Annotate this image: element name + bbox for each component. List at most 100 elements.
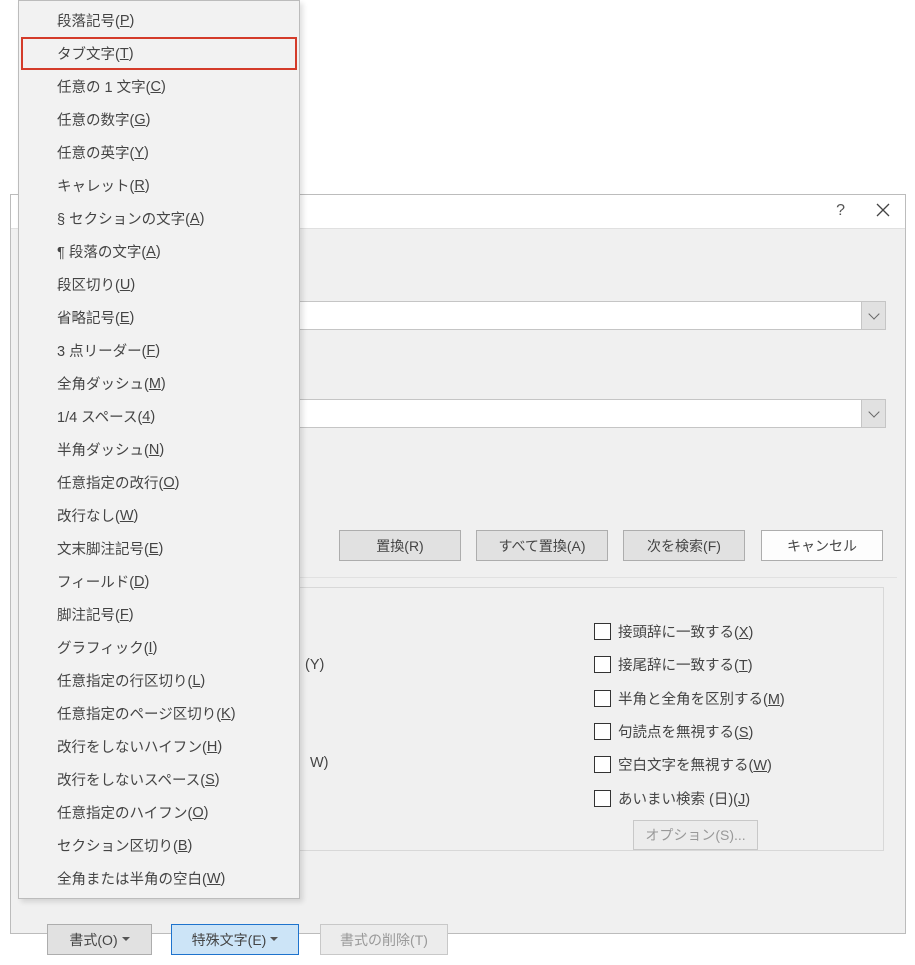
menu-item-accelerator: E — [149, 541, 159, 557]
menu-item-accelerator: T — [120, 46, 129, 62]
menu-item-tail: ) — [130, 310, 135, 326]
menu-item[interactable]: 改行をしないハイフン(H) — [21, 730, 297, 763]
option-match-width[interactable]: 半角と全角を区別する(M) — [594, 688, 785, 709]
menu-item-label: ¶ 段落の文字( — [57, 241, 146, 262]
checkbox[interactable] — [594, 790, 611, 807]
menu-item-label: 改行なし( — [57, 505, 120, 526]
menu-item[interactable]: セクション区切り(B) — [21, 829, 297, 862]
menu-item[interactable]: 3 点リーダー(F) — [21, 334, 297, 367]
menu-item-accelerator: W — [120, 508, 134, 524]
menu-item[interactable]: タブ文字(T) — [21, 37, 297, 70]
menu-item-tail: ) — [200, 211, 205, 227]
menu-item-tail: ) — [204, 805, 209, 821]
menu-item-label: 改行をしないハイフン( — [57, 736, 207, 757]
menu-item[interactable]: 段区切り(U) — [21, 268, 297, 301]
replace-with-dropdown[interactable] — [861, 400, 885, 427]
menu-item[interactable]: フィールド(D) — [21, 565, 297, 598]
special-button[interactable]: 特殊文字(E) — [171, 924, 299, 955]
find-next-button[interactable]: 次を検索(F) — [623, 530, 745, 561]
menu-item-tail: ) — [175, 475, 180, 491]
menu-item-label: 段区切り( — [57, 274, 120, 295]
menu-item[interactable]: キャレット(R) — [21, 169, 297, 202]
menu-item[interactable]: 半角ダッシュ(N) — [21, 433, 297, 466]
checkbox[interactable] — [594, 623, 611, 640]
menu-item-accelerator: O — [163, 475, 174, 491]
options-button: オプション(S)... — [633, 820, 758, 850]
format-button[interactable]: 書式(O) — [47, 924, 152, 955]
menu-item[interactable]: 任意の数字(G) — [21, 103, 297, 136]
option-ignore-whitespace[interactable]: 空白文字を無視する(W) — [594, 754, 772, 775]
menu-item-accelerator: W — [207, 871, 221, 887]
menu-item-accelerator: B — [178, 838, 188, 854]
menu-item-label: 任意指定の行区切り( — [57, 670, 192, 691]
chevron-down-icon — [868, 308, 879, 319]
menu-item[interactable]: 省略記号(E) — [21, 301, 297, 334]
menu-item[interactable]: 脚注記号(F) — [21, 598, 297, 631]
menu-item[interactable]: § セクションの文字(A) — [21, 202, 297, 235]
cancel-button[interactable]: キャンセル — [761, 530, 883, 561]
menu-item-label: 半角ダッシュ( — [57, 439, 149, 460]
chevron-down-icon — [270, 937, 278, 941]
option-match-suffix[interactable]: 接尾辞に一致する(T) — [594, 654, 753, 675]
menu-item-accelerator: F — [146, 343, 155, 359]
close-icon[interactable] — [876, 202, 890, 222]
replace-button[interactable]: 置換(R) — [339, 530, 461, 561]
menu-item-tail: ) — [129, 607, 134, 623]
menu-item[interactable]: 段落記号(P) — [21, 4, 297, 37]
menu-item[interactable]: 任意の英字(Y) — [21, 136, 297, 169]
menu-item[interactable]: ¶ 段落の文字(A) — [21, 235, 297, 268]
replace-all-button[interactable]: すべて置換(A) — [476, 530, 608, 561]
option-match-prefix[interactable]: 接頭辞に一致する(X) — [594, 621, 753, 642]
menu-item-label: 全角または半角の空白( — [57, 868, 207, 889]
option-label: 接尾辞に一致する(T) — [618, 654, 753, 675]
menu-item[interactable]: 文末脚注記号(E) — [21, 532, 297, 565]
menu-item-label: セクション区切り( — [57, 835, 178, 856]
option-label: 半角と全角を区別する(M) — [618, 688, 785, 709]
menu-item-tail: ) — [130, 13, 135, 29]
menu-item-accelerator: S — [205, 772, 215, 788]
menu-item-accelerator: C — [150, 79, 160, 95]
menu-item[interactable]: 任意指定のページ区切り(K) — [21, 697, 297, 730]
menu-item-accelerator: A — [190, 211, 200, 227]
menu-item[interactable]: 改行をしないスペース(S) — [21, 763, 297, 796]
menu-item-label: 任意の英字( — [57, 142, 134, 163]
menu-item-accelerator: A — [146, 244, 156, 260]
menu-item[interactable]: 全角または半角の空白(W) — [21, 862, 297, 895]
menu-item[interactable]: 任意指定の改行(O) — [21, 466, 297, 499]
menu-item-label: 省略記号( — [57, 307, 120, 328]
menu-item[interactable]: 任意の 1 文字(C) — [21, 70, 297, 103]
menu-item[interactable]: 任意指定の行区切り(L) — [21, 664, 297, 697]
menu-item-label: 任意指定のハイフン( — [57, 802, 192, 823]
menu-item-accelerator: R — [134, 178, 144, 194]
format-button-label: 書式(O) — [69, 930, 117, 950]
menu-item-label: 任意指定のページ区切り( — [57, 703, 221, 724]
checkbox[interactable] — [594, 723, 611, 740]
find-what-dropdown[interactable] — [861, 302, 885, 329]
menu-item-label: 1/4 スペース( — [57, 406, 142, 427]
help-icon[interactable]: ? — [836, 202, 845, 220]
menu-item-label: 3 点リーダー( — [57, 340, 146, 361]
menu-item[interactable]: グラフィック(I) — [21, 631, 297, 664]
menu-item-tail: ) — [221, 871, 226, 887]
menu-item-accelerator: M — [149, 376, 161, 392]
menu-item-label: 文末脚注記号( — [57, 538, 149, 559]
option-ignore-punct[interactable]: 句読点を無視する(S) — [594, 721, 753, 742]
menu-item-label: 任意指定の改行( — [57, 472, 163, 493]
menu-item-label: 任意の 1 文字( — [57, 76, 150, 97]
menu-item-tail: ) — [155, 343, 160, 359]
menu-item[interactable]: 改行なし(W) — [21, 499, 297, 532]
option-fuzzy-jp[interactable]: あいまい検索 (日)(J) — [594, 788, 750, 809]
menu-item-tail: ) — [134, 508, 139, 524]
menu-item-tail: ) — [161, 79, 166, 95]
menu-item[interactable]: 1/4 スペース(4) — [21, 400, 297, 433]
checkbox[interactable] — [594, 690, 611, 707]
menu-item[interactable]: 全角ダッシュ(M) — [21, 367, 297, 400]
menu-item-tail: ) — [217, 739, 222, 755]
menu-item-label: タブ文字( — [57, 43, 120, 64]
menu-item-label: 任意の数字( — [57, 109, 134, 130]
checkbox[interactable] — [594, 756, 611, 773]
menu-item[interactable]: 任意指定のハイフン(O) — [21, 796, 297, 829]
checkbox[interactable] — [594, 656, 611, 673]
menu-item-accelerator: G — [134, 112, 145, 128]
menu-item-accelerator: K — [221, 706, 231, 722]
